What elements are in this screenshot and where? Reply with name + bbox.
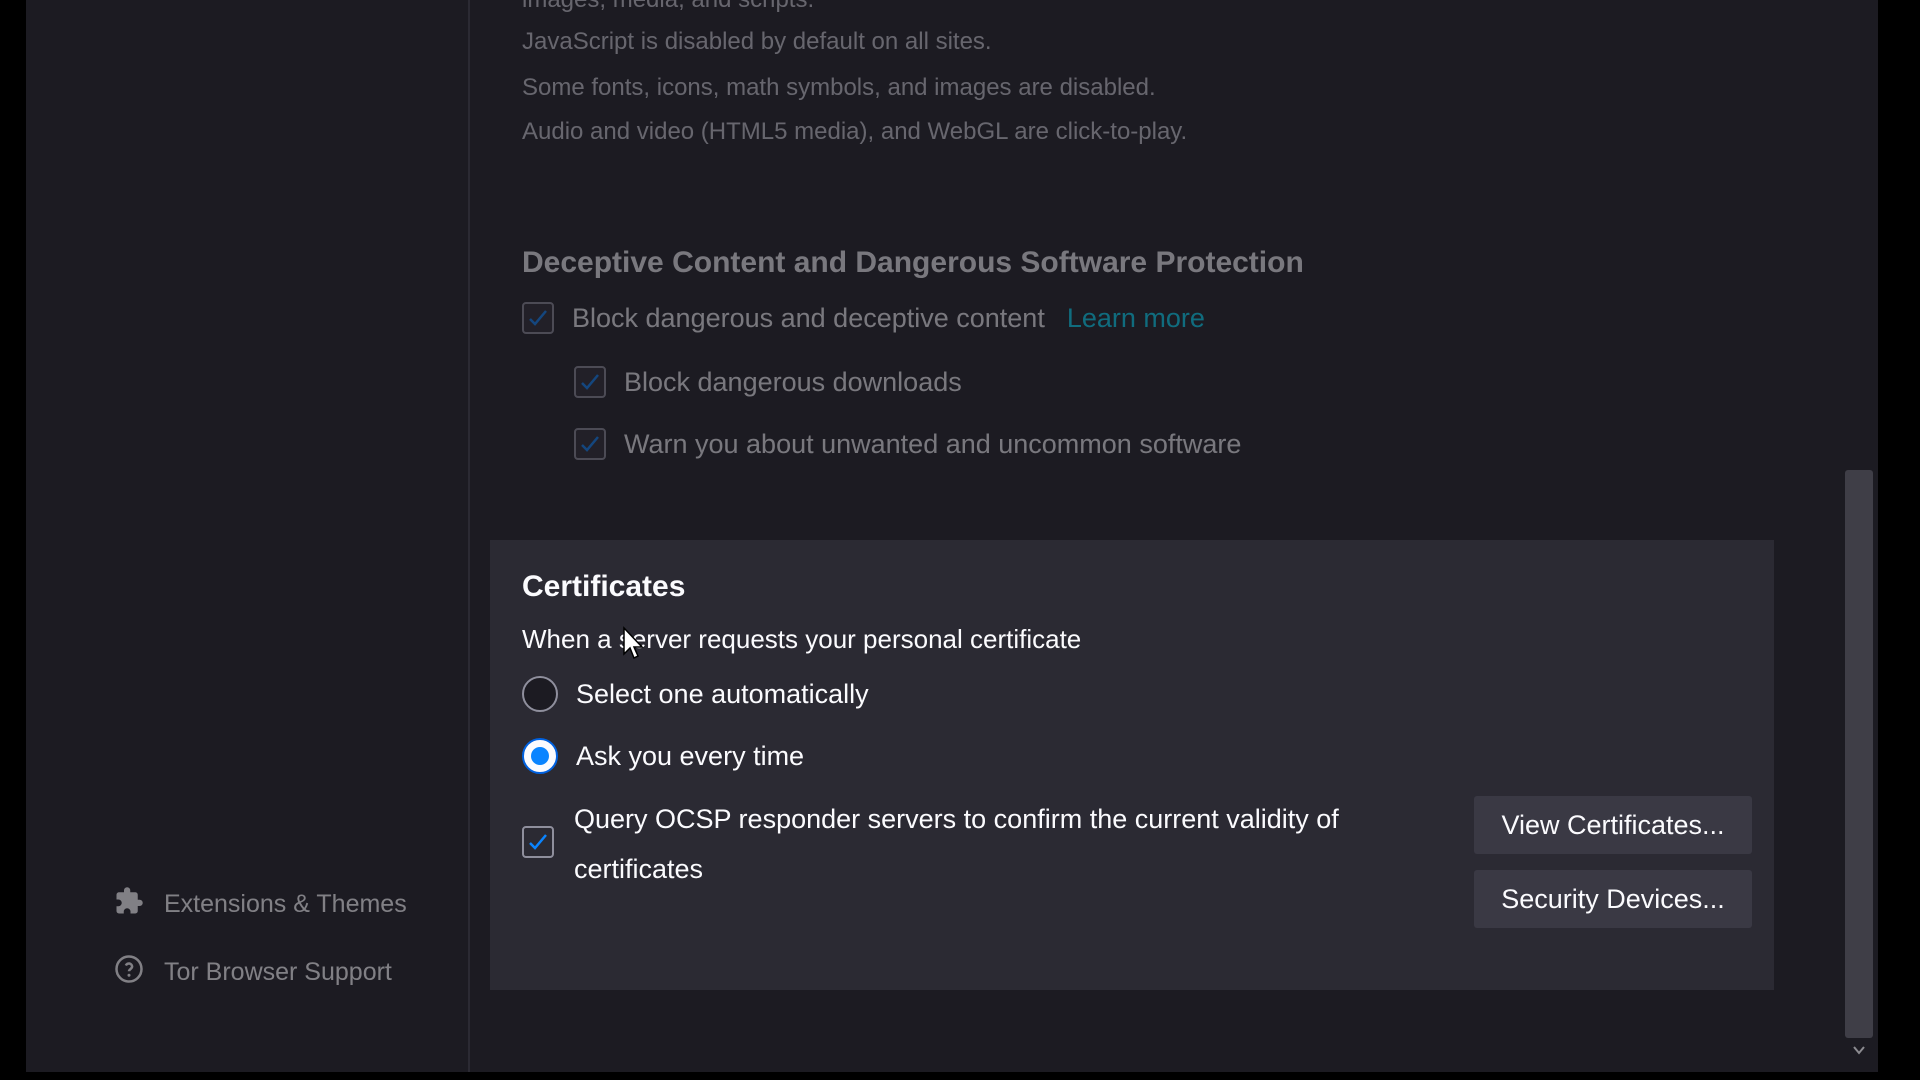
block-downloads-row: Block dangerous downloads <box>574 366 962 398</box>
certificates-prompt: When a server requests your personal cer… <box>522 624 1082 654</box>
checkmark-icon <box>581 436 599 452</box>
sidebar-item-extensions-themes[interactable]: Extensions & Themes <box>114 886 407 923</box>
block-deceptive-checkbox[interactable] <box>522 302 554 334</box>
sidebar-item-label: Tor Browser Support <box>164 958 392 986</box>
ask-every-time-option[interactable]: Ask you every time <box>522 738 804 774</box>
warn-unwanted-row: Warn you about unwanted and uncommon sof… <box>574 428 1241 460</box>
sidebar-item-tor-browser-support[interactable]: Tor Browser Support <box>114 954 392 991</box>
mouse-cursor-icon <box>623 626 644 660</box>
warn-unwanted-checkbox[interactable] <box>574 428 606 460</box>
deceptive-content-heading: Deceptive Content and Dangerous Software… <box>522 246 1304 279</box>
select-automatically-label[interactable]: Select one automatically <box>576 679 869 710</box>
security-devices-button[interactable]: Security Devices... <box>1474 870 1752 928</box>
main-content: images, media, and scripts. JavaScript i… <box>470 0 1845 1072</box>
certificates-section: Certificates When a server requests your… <box>490 540 1774 990</box>
learn-more-link[interactable]: Learn more <box>1067 303 1205 334</box>
ocsp-checkbox[interactable] <box>522 826 554 858</box>
ocsp-label-line1[interactable]: Query OCSP responder servers to confirm … <box>574 804 1339 835</box>
sidebar-item-label: Extensions & Themes <box>164 890 407 918</box>
block-deceptive-label[interactable]: Block dangerous and deceptive content <box>572 303 1045 334</box>
checkmark-icon <box>581 374 599 390</box>
block-downloads-checkbox[interactable] <box>574 366 606 398</box>
puzzle-icon <box>114 886 144 923</box>
security-level-description: images, media, and scripts. <box>522 0 814 14</box>
block-downloads-label[interactable]: Block dangerous downloads <box>624 367 962 398</box>
select-automatically-option[interactable]: Select one automatically <box>522 676 869 712</box>
sidebar: Extensions & Themes Tor Browser Support <box>26 0 470 1072</box>
checkmark-icon <box>529 310 547 326</box>
view-certificates-button[interactable]: View Certificates... <box>1474 796 1752 854</box>
warn-unwanted-label[interactable]: Warn you about unwanted and uncommon sof… <box>624 429 1241 460</box>
security-level-line: JavaScript is disabled by default on all… <box>522 28 992 55</box>
scrollbar-thumb[interactable] <box>1845 470 1873 1038</box>
checkmark-icon <box>529 834 547 850</box>
select-automatically-radio[interactable] <box>522 676 558 712</box>
security-level-line: Some fonts, icons, math symbols, and ima… <box>522 74 1156 101</box>
ask-every-time-radio[interactable] <box>522 738 558 774</box>
certificates-heading: Certificates <box>522 570 686 603</box>
block-deceptive-row: Block dangerous and deceptive content Le… <box>522 302 1205 334</box>
help-icon <box>114 954 144 991</box>
scrollbar[interactable] <box>1845 0 1878 1072</box>
ask-every-time-label[interactable]: Ask you every time <box>576 741 804 772</box>
security-level-line: Audio and video (HTML5 media), and WebGL… <box>522 118 1188 145</box>
scroll-down-arrow-icon[interactable] <box>1851 1042 1867 1058</box>
ocsp-label-line2[interactable]: certificates <box>574 854 703 885</box>
